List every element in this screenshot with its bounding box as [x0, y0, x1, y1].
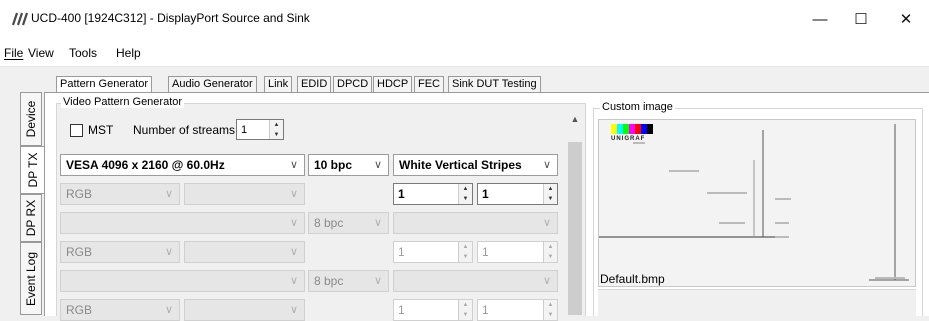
- menu-view[interactable]: View: [28, 46, 54, 60]
- param2-spinbox[interactable]: 1 ▲ ▼: [477, 183, 558, 205]
- param2-spinbox-3[interactable]: 1 ▲ ▼: [477, 299, 558, 321]
- streams-label: Number of streams: [133, 123, 236, 137]
- color-format-select-3[interactable]: RGB ∨: [60, 299, 180, 321]
- app-logo-icon: [11, 12, 28, 26]
- param2-spinbox-2[interactable]: 1 ▲ ▼: [477, 241, 558, 263]
- preview-image: [599, 124, 909, 281]
- vtab-dp-rx-label: DP RX: [24, 199, 38, 237]
- menu-help[interactable]: Help: [116, 46, 141, 60]
- menu-file[interactable]: File: [4, 46, 23, 60]
- tab-sink-dut-testing[interactable]: Sink DUT Testing: [448, 76, 541, 93]
- bpc-select-3[interactable]: 8 bpc ∨: [308, 270, 389, 292]
- menu-bar: File View Tools Help: [0, 38, 929, 67]
- timing-select[interactable]: VESA 4096 x 2160 @ 60.0Hz ∨: [60, 154, 305, 176]
- custom-image-preview: UNIGRAF Default.bmp: [598, 119, 916, 287]
- param1-spinbox-3[interactable]: 1 ▲ ▼: [393, 299, 473, 321]
- pattern-select-2[interactable]: ∨: [393, 212, 558, 234]
- vtab-device[interactable]: Device: [20, 92, 42, 146]
- scrollbar-thumb[interactable]: [568, 142, 582, 315]
- vtab-device-label: Device: [24, 100, 38, 138]
- streams-value: 1: [241, 124, 248, 136]
- pattern-select-3[interactable]: ∨: [393, 270, 558, 292]
- bpc-select-2[interactable]: 8 bpc ∨: [308, 212, 389, 234]
- vtab-dp-tx-label: DP TX: [25, 152, 40, 188]
- vtab-dp-rx[interactable]: DP RX: [20, 194, 42, 242]
- tab-fec[interactable]: FEC: [414, 76, 444, 93]
- scroll-up-arrow-icon[interactable]: ▲: [567, 114, 583, 128]
- bpc-select[interactable]: 10 bpc ∨: [308, 154, 389, 176]
- menu-tools[interactable]: Tools: [69, 46, 97, 60]
- window-title: UCD-400 [1924C312] - DisplayPort Source …: [31, 11, 310, 25]
- color-sub-select-3[interactable]: ∨: [184, 299, 305, 321]
- close-button[interactable]: ✕: [883, 0, 929, 38]
- param1-spinbox[interactable]: 1 ▲ ▼: [393, 183, 473, 205]
- unigraf-logo: UNIGRAF: [611, 136, 646, 142]
- timing-select-3[interactable]: ∨: [60, 270, 305, 292]
- minimize-button[interactable]: —: [797, 0, 843, 38]
- title-bar: UCD-400 [1924C312] - DisplayPort Source …: [0, 0, 929, 38]
- tab-dpcd[interactable]: DPCD: [333, 76, 373, 93]
- video-pattern-group-label: Video Pattern Generator: [61, 96, 185, 108]
- vtab-event-log-label: Event Log: [24, 251, 38, 306]
- tab-edid[interactable]: EDID: [297, 76, 332, 93]
- custom-image-footer: [598, 289, 916, 316]
- custom-image-label: Custom image: [600, 101, 675, 113]
- timing-select-2[interactable]: ∨: [60, 212, 305, 234]
- mst-checkbox[interactable]: [70, 124, 83, 137]
- vtab-dp-tx[interactable]: DP TX: [20, 146, 44, 194]
- streams-stepper[interactable]: ▲ ▼: [269, 120, 283, 139]
- pattern-select[interactable]: White Vertical Stripes ∨: [393, 154, 558, 176]
- tab-hdcp[interactable]: HDCP: [373, 76, 413, 93]
- tab-audio-generator[interactable]: Audio Generator: [168, 76, 257, 93]
- vertical-scrollbar[interactable]: ▲: [567, 112, 583, 315]
- param1-spinbox-2[interactable]: 1 ▲ ▼: [393, 241, 473, 263]
- custom-image-filename: Default.bmp: [600, 272, 665, 286]
- mst-label: MST: [88, 123, 114, 137]
- color-format-select[interactable]: RGB ∨: [60, 183, 180, 205]
- streams-spinbox[interactable]: 1 ▲ ▼: [236, 119, 284, 140]
- color-sub-select-2[interactable]: ∨: [184, 241, 305, 263]
- maximize-button[interactable]: ☐: [838, 0, 884, 38]
- color-format-select-2[interactable]: RGB ∨: [60, 241, 180, 263]
- tab-link[interactable]: Link: [264, 76, 293, 93]
- vtab-event-log[interactable]: Event Log: [20, 242, 42, 315]
- color-sub-select[interactable]: ∨: [184, 183, 305, 205]
